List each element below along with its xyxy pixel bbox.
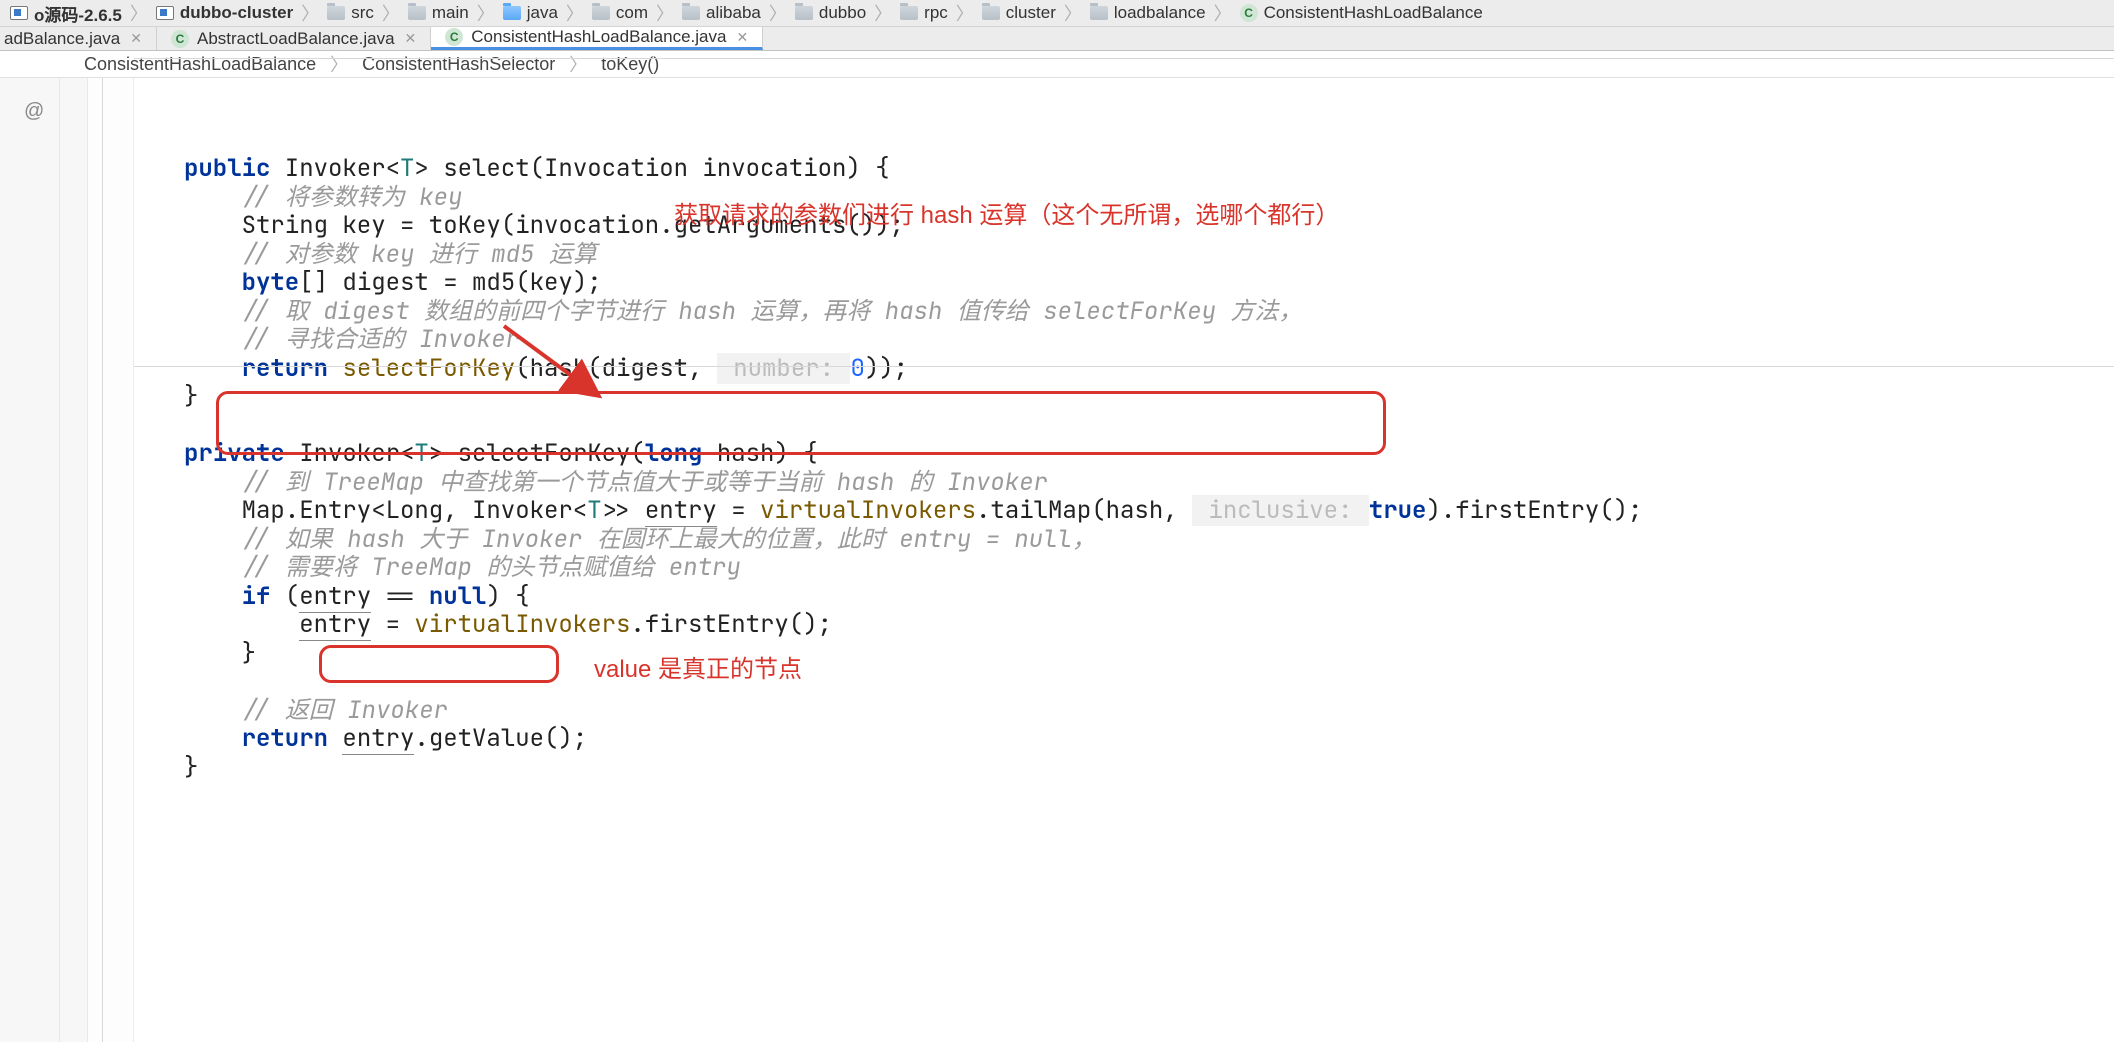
code-line: if (entry == null) { [242,581,530,613]
tab-label: ConsistentHashLoadBalance.java [471,27,726,47]
breadcrumb-label: rpc [924,3,948,23]
chevron-right-icon: 〉 [1212,0,1234,26]
code-area[interactable]: public Invoker<T> select(Invocation invo… [134,78,2114,1042]
chevron-right-icon: 〉 [128,0,150,26]
chevron-right-icon: 〉 [872,0,894,26]
breadcrumb-item[interactable]: cluster [976,0,1062,26]
chevron-right-icon: 〉 [555,51,601,77]
chevron-right-icon: 〉 [564,0,586,26]
editor-tab-active[interactable]: C ConsistentHashLoadBalance.java ✕ [431,27,763,50]
breadcrumb-label: dubbo-cluster [180,3,293,23]
folder-icon [982,6,1000,20]
source-folder-icon [503,6,521,20]
class-icon: C [171,30,189,48]
breadcrumb-item[interactable]: C ConsistentHashLoadBalance [1234,0,1489,26]
chevron-right-icon: 〉 [380,0,402,26]
editor-tabs: CadBalance.java ✕ C AbstractLoadBalance.ja… [0,27,2114,51]
gutter-annotations: @ [0,78,60,1042]
structure-item[interactable]: ConsistentHashLoadBalance [84,54,316,75]
chevron-right-icon: 〉 [654,0,676,26]
code-line: entry = virtualInvokers.firstEntry(); [299,609,832,641]
code-line: } [242,638,256,669]
code-comment: // 返回 Invoker [242,695,448,726]
folder-icon [682,6,700,20]
close-icon[interactable]: ✕ [130,30,142,47]
highlight-box [319,645,559,683]
annotation-text: 获取请求的参数们进行 hash 运算（这个无所谓，选哪个都行） [674,202,1339,231]
folder-icon [408,6,426,20]
code-comment: // 需要将 TreeMap 的头节点赋值给 entry [242,552,741,583]
tab-label: adBalance.java [4,29,120,49]
annotation-text: value 是真正的节点 [594,656,802,685]
breadcrumb-item[interactable]: main [402,0,475,26]
breadcrumb-item[interactable]: java [497,0,564,26]
folder-icon [327,6,345,20]
chevron-right-icon: 〉 [767,0,789,26]
tab-label: AbstractLoadBalance.java [197,29,395,49]
chevron-right-icon: 〉 [954,0,976,26]
code-comment: // 将参数转为 key [242,182,463,213]
editor-tab[interactable]: C AbstractLoadBalance.java ✕ [157,27,431,50]
chevron-right-icon: 〉 [299,0,321,26]
breadcrumb-label: main [432,3,469,23]
highlight-box [216,391,1386,455]
override-icon[interactable]: @ [24,100,44,123]
class-icon: C [1240,4,1258,22]
method-separator [134,58,2114,59]
structure-breadcrumb: ConsistentHashLoadBalance〉 ConsistentHas… [0,51,2114,78]
module-icon [10,6,28,20]
folder-icon [900,6,918,20]
fold-guide-line [102,78,103,1042]
structure-item[interactable]: ConsistentHashSelector [362,54,555,75]
gutter-changes [60,78,88,1042]
breadcrumb-label: cluster [1006,3,1056,23]
code-comment: // 到 TreeMap 中查找第一个节点值大于或等于当前 hash 的 Inv… [242,467,1048,498]
breadcrumb-item[interactable]: com [586,0,654,26]
module-icon [156,6,174,20]
code-line: } [184,752,198,783]
class-icon: C [445,28,463,46]
folder-icon [592,6,610,20]
breadcrumb-item[interactable]: o源码-2.6.5 [4,0,128,26]
code-line: return entry.getValue(); [242,723,588,755]
breadcrumb-label: com [616,3,648,23]
folder-icon [1090,6,1108,20]
close-icon[interactable]: ✕ [736,29,748,46]
editor-tab[interactable]: CadBalance.java✕ [0,27,157,50]
code-line: public Invoker<T> select(Invocation invo… [184,153,890,184]
close-icon[interactable]: ✕ [405,30,417,47]
ide-window: o源码-2.6.5〉 dubbo-cluster〉 src〉 main〉 jav… [0,0,2114,1042]
breadcrumb-item[interactable]: src [321,0,380,26]
breadcrumb-label: o源码-2.6.5 [34,1,122,26]
gutter-folding [88,78,134,1042]
structure-item[interactable]: toKey() [601,54,659,75]
breadcrumb-label: java [527,3,558,23]
chevron-right-icon: 〉 [1062,0,1084,26]
breadcrumb-label: src [351,3,374,23]
breadcrumb-item[interactable]: dubbo [789,0,872,26]
breadcrumb-label: loadbalance [1114,3,1206,23]
breadcrumb-label: dubbo [819,3,866,23]
chevron-right-icon: 〉 [316,51,362,77]
breadcrumb: o源码-2.6.5〉 dubbo-cluster〉 src〉 main〉 jav… [0,0,2114,27]
code-comment: // 如果 hash 大于 Invoker 在圆环上最大的位置，此时 entry… [242,524,1096,555]
folder-icon [795,6,813,20]
code-editor[interactable]: @ public Invoker<T> select(Invocation in… [0,78,2114,1042]
breadcrumb-item[interactable]: rpc [894,0,954,26]
breadcrumb-label: ConsistentHashLoadBalance [1264,3,1483,23]
code-line: Map.Entry<Long, Invoker<T>> entry = virt… [242,495,1643,527]
breadcrumb-item[interactable]: alibaba [676,0,767,26]
code-comment: // 对参数 key 进行 md5 运算 [242,239,597,270]
breadcrumb-item[interactable]: loadbalance [1084,0,1212,26]
breadcrumb-item[interactable]: dubbo-cluster [150,0,299,26]
chevron-right-icon: 〉 [475,0,497,26]
code-line: } [184,381,198,412]
breadcrumb-label: alibaba [706,3,761,23]
